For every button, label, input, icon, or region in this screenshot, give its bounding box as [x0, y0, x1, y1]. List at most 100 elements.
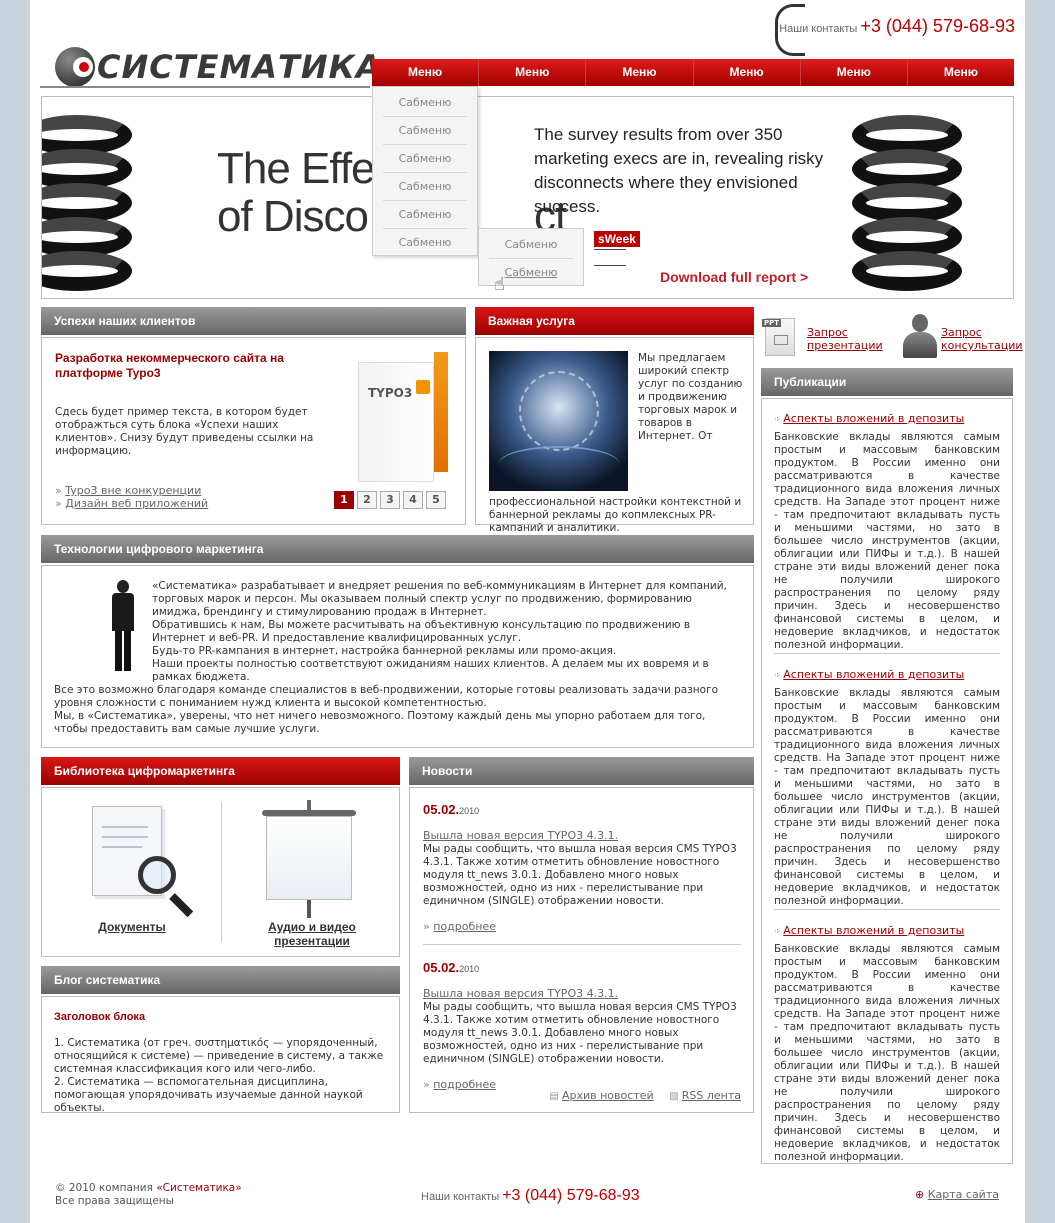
consultant-icon[interactable] [903, 314, 937, 358]
pager-page[interactable]: 3 [380, 491, 400, 509]
technologies-panel: «Систематика» разрабатывает и внедряет р… [41, 565, 754, 748]
footer-company: «Систематика» [156, 1182, 242, 1194]
request-consultation: Запрос консультации [941, 326, 1023, 352]
news-headline-link[interactable]: Вышла новая версия TYPO3 4.3.1. [423, 829, 743, 842]
submenu-flyout-item[interactable]: Сабменю [489, 231, 573, 259]
av-line2: презентации [274, 934, 350, 948]
presentation-screen-icon[interactable] [262, 800, 358, 918]
tech-paragraph-2: Обратившись к нам, Вы можете расчитывать… [152, 619, 691, 644]
tech-paragraph-5: Все это возможно благодаря команде специ… [54, 684, 719, 709]
documents-link[interactable]: Документы [82, 920, 182, 934]
documents-icon[interactable] [92, 806, 202, 921]
submenu-item[interactable]: Сабменю [383, 145, 467, 173]
submenu-item[interactable]: Сабменю [383, 173, 467, 201]
pager-page[interactable]: 2 [357, 491, 377, 509]
request-presentation: Запрос презентации [807, 326, 883, 352]
nav-item-2[interactable]: Меню [479, 59, 587, 86]
nav-item-1[interactable]: Меню [372, 59, 480, 86]
news-header: Новости [409, 757, 754, 785]
typo3-box-image: TYPO3 [358, 352, 448, 484]
nav-item-5[interactable]: Меню [801, 59, 908, 86]
rss-icon: ▧ [669, 1091, 682, 1102]
submenu-item[interactable]: Сабменю [383, 89, 467, 117]
publication-item: ⁘ Аспекты вложений в депозиты Банковские… [774, 412, 1000, 652]
logo-underline [40, 86, 370, 88]
submenu-item[interactable]: Сабменю [383, 117, 467, 145]
clients-heading[interactable]: Разработка некоммерческого сайта на плат… [55, 351, 325, 381]
clients-link-item: » Typo3 вне конкуренции [55, 484, 202, 497]
publication-link[interactable]: Аспекты вложений в депозиты [783, 668, 964, 681]
news-item: 05.02.2010 Вышла новая версия TYPO3 4.3.… [423, 802, 743, 933]
news-date: 05.02.2010 [423, 802, 480, 817]
clients-link[interactable]: Typo3 вне конкуренции [65, 484, 201, 497]
banner-survey-text: The survey results from over 350 marketi… [534, 125, 824, 216]
spiral-cable-right-image [842, 115, 972, 295]
banner-rule [594, 265, 626, 266]
av-presentations-link[interactable]: Аудио и видео презентации [242, 920, 382, 948]
typo3-label: TYPO3 [368, 386, 413, 400]
clients-link-item: » Дизайн веб приложений [55, 497, 209, 510]
service-panel: Мы предлагаем широкий спектр услуг по со… [475, 337, 754, 534]
news-archive-link[interactable]: Архив новостей [562, 1089, 654, 1102]
news-more-link[interactable]: подробнее [433, 1078, 496, 1091]
publication-link-row: ⁘ Аспекты вложений в депозиты [774, 668, 965, 681]
submenu-item[interactable]: Сабменю [383, 201, 467, 229]
pager-page[interactable]: 1 [334, 491, 354, 509]
blog-heading[interactable]: Заголовок блока [54, 1011, 145, 1023]
publication-link-row: ⁘ Аспекты вложений в депозиты [774, 412, 965, 425]
tech-paragraph-1: «Систематика» разрабатывает и внедряет р… [152, 580, 727, 618]
typo3-logo-icon [416, 380, 430, 394]
divider [774, 909, 1000, 910]
nav-item-6[interactable]: Меню [908, 59, 1014, 86]
request-presentation-link[interactable]: Запрос [807, 326, 883, 339]
av-line1: Аудио и видео [268, 920, 356, 934]
news-item: 05.02.2010 Вышла новая версия TYPO3 4.3.… [423, 960, 743, 1091]
footer-phone: +3 (044) 579-68-93 [502, 1187, 640, 1204]
footer-contacts: Наши контакты +3 (044) 579-68-93 [421, 1187, 640, 1205]
news-text: Мы рады сообщить, что вышла новая версия… [423, 1001, 737, 1065]
news-more-link[interactable]: подробнее [433, 920, 496, 933]
divider [774, 653, 1000, 654]
rss-link[interactable]: RSS лента [682, 1089, 741, 1102]
pager-page[interactable]: 4 [403, 491, 423, 509]
publication-link[interactable]: Аспекты вложений в депозиты [783, 924, 964, 937]
clients-pager: 1 2 3 4 5 [334, 491, 446, 509]
nav-item-3[interactable]: Меню [586, 59, 694, 86]
blog-header: Блог систематика [41, 966, 400, 994]
blog-panel: Заголовок блока 1. Систематика (от греч.… [41, 996, 400, 1114]
ppt-icon[interactable]: PPT [762, 318, 795, 356]
publication-item: ⁘ Аспекты вложений в депозиты Банковские… [774, 924, 1000, 1164]
clients-link[interactable]: Дизайн веб приложений [65, 497, 208, 510]
clients-links: » Typo3 вне конкуренции » Дизайн веб при… [55, 484, 208, 510]
publication-text: Банковские вклады являются самым простым… [774, 687, 1000, 907]
footer-rights: Все права защищены [55, 1195, 174, 1207]
sitemap-icon: ⊕ [915, 1188, 928, 1201]
header-contacts: Наши контакты +3 (044) 579-68-93 [779, 16, 1015, 37]
sitemap-link[interactable]: Карта сайта [928, 1188, 999, 1201]
sitemap: ⊕ Карта сайта [915, 1188, 999, 1201]
nav-item-4[interactable]: Меню [694, 59, 801, 86]
publication-link-row: ⁘ Аспекты вложений в депозиты [774, 924, 965, 937]
footer-contacts-label: Наши контакты [421, 1191, 500, 1203]
site-logo[interactable]: СИСТЕМАТИКА [55, 46, 381, 87]
news-panel: 05.02.2010 Вышла новая версия TYPO3 4.3.… [409, 787, 754, 1113]
service-header: Важная услуга [475, 307, 754, 335]
submenu-item[interactable]: Сабменю [383, 229, 467, 257]
publication-item: ⁘ Аспекты вложений в депозиты Банковские… [774, 668, 1000, 908]
request-consultation-link[interactable]: Запрос [941, 326, 1023, 339]
logo-text: СИСТЕМАТИКА [97, 48, 382, 86]
service-text: Мы предлагаем широкий спектр услуг по со… [489, 352, 743, 534]
pager-page[interactable]: 5 [426, 491, 446, 509]
request-consultation-link[interactable]: консультации [941, 339, 1023, 352]
library-header: Библиотека цифромаркетинга [41, 757, 400, 785]
header-phone: +3 (044) 579-68-93 [860, 16, 1015, 36]
request-presentation-link[interactable]: презентации [807, 339, 883, 352]
publication-link[interactable]: Аспекты вложений в депозиты [783, 412, 964, 425]
publication-text: Банковские вклады являются самым простым… [774, 943, 1000, 1163]
download-report-link[interactable]: Download full report > [660, 269, 808, 285]
main-nav: Меню Меню Меню Меню Меню Меню [372, 59, 1014, 86]
copyright-line: © 2010 компания «Систематика» [55, 1182, 242, 1194]
publication-text: Банковские вклады являются самым простым… [774, 431, 1000, 651]
divider [423, 944, 741, 945]
news-headline-link[interactable]: Вышла новая версия TYPO3 4.3.1. [423, 987, 743, 1000]
